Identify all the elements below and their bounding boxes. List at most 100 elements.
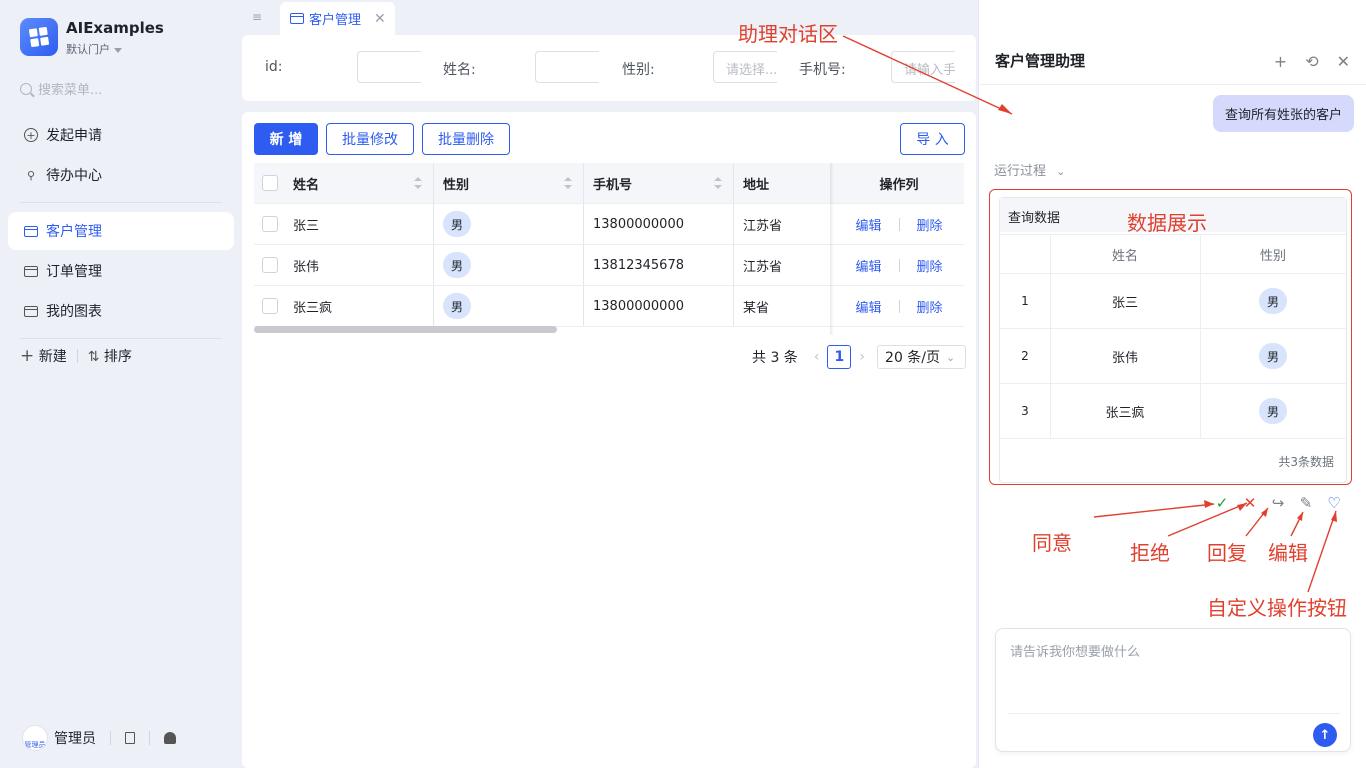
separator bbox=[110, 731, 111, 745]
delete-link[interactable]: 删除 bbox=[917, 256, 943, 275]
sidebar-footer: 管理员 管理员 bbox=[22, 722, 222, 754]
annotation-chat-area: 助理对话区 bbox=[738, 22, 838, 46]
cell-name: 张三 bbox=[293, 218, 320, 234]
tab-customers[interactable]: 客户管理 ✕ bbox=[280, 2, 395, 35]
annotation-edit: 编辑 bbox=[1268, 541, 1308, 565]
gender-tag: 男 bbox=[443, 252, 471, 278]
page-size-select[interactable]: 20 条/页 ⌄ bbox=[877, 345, 967, 369]
column-separator bbox=[733, 286, 734, 326]
total-count: 共 3 条 bbox=[752, 350, 798, 366]
column-separator bbox=[583, 163, 584, 203]
custom-heart-icon[interactable]: ♡ bbox=[1326, 494, 1342, 512]
sidebar-item-label: 客户管理 bbox=[46, 224, 102, 240]
name-input[interactable] bbox=[535, 51, 599, 83]
batch-edit-button[interactable]: 批量修改 bbox=[326, 123, 414, 155]
cell-phone: 13812345678 bbox=[593, 257, 684, 273]
row-checkbox[interactable] bbox=[262, 286, 278, 326]
close-icon[interactable]: ✕ bbox=[1337, 52, 1350, 71]
chat-input[interactable]: 请告诉我你想要做什么 bbox=[995, 628, 1351, 752]
plus-icon: + bbox=[20, 346, 35, 366]
phone-input[interactable]: 请输入手机号 bbox=[891, 51, 955, 83]
app-logo-icon[interactable] bbox=[20, 18, 58, 56]
sidebar-item-orders[interactable]: 订单管理 bbox=[8, 252, 234, 290]
annotation-agree: 同意 bbox=[1032, 531, 1072, 555]
process-label: 运行过程 bbox=[994, 164, 1047, 179]
user-message-bubble: 查询所有姓张的客户 bbox=[1212, 95, 1354, 132]
history-icon[interactable]: ⟲ bbox=[1305, 52, 1318, 71]
horizontal-scrollbar[interactable] bbox=[254, 326, 557, 333]
separator bbox=[76, 349, 78, 363]
filter-label-name: 姓名: bbox=[443, 62, 476, 78]
collapse-sidebar-icon[interactable]: ≡ bbox=[252, 10, 266, 24]
annotation-reply: 回复 bbox=[1207, 541, 1247, 565]
cell-gender: 男 bbox=[443, 286, 471, 326]
sidebar-item-apply[interactable]: + 发起申请 bbox=[8, 116, 234, 154]
gender-tag: 男 bbox=[443, 211, 471, 237]
select-all-checkbox[interactable] bbox=[262, 163, 278, 203]
row-checkbox[interactable] bbox=[262, 204, 278, 244]
sidebar-item-customers[interactable]: 客户管理 bbox=[8, 212, 234, 250]
column-header-phone[interactable]: 手机号 bbox=[593, 163, 632, 203]
send-button[interactable]: ↑ bbox=[1313, 723, 1337, 747]
stamp-icon: ⚲ bbox=[26, 168, 36, 182]
import-button[interactable]: 导 入 bbox=[900, 123, 965, 155]
sort-icon[interactable] bbox=[564, 177, 572, 189]
id-input[interactable] bbox=[357, 51, 421, 83]
edit-link[interactable]: 编辑 bbox=[855, 297, 881, 316]
annotation-custom-button: 自定义操作按钮 bbox=[1207, 596, 1347, 620]
table-header: 姓名 性别 手机号 地址 操作列 bbox=[254, 163, 964, 204]
divider bbox=[1008, 713, 1340, 714]
separator bbox=[898, 258, 900, 272]
column-separator bbox=[733, 204, 734, 244]
column-separator bbox=[433, 204, 434, 244]
cell-address: 某省 bbox=[743, 300, 770, 316]
column-header-address: 地址 bbox=[743, 177, 770, 193]
reject-x-icon[interactable]: ✕ bbox=[1242, 494, 1258, 512]
bell-icon[interactable] bbox=[164, 732, 176, 744]
avatar-text: 管理员 bbox=[24, 741, 46, 749]
new-chat-icon[interactable]: + bbox=[1274, 52, 1287, 71]
edit-pencil-icon[interactable]: ✎ bbox=[1298, 494, 1314, 512]
close-icon[interactable]: ✕ bbox=[374, 11, 386, 27]
page-number[interactable]: 1 bbox=[827, 345, 852, 369]
gender-select[interactable]: 请选择... bbox=[713, 51, 777, 83]
sort-icon[interactable] bbox=[414, 177, 422, 189]
page-size-value: 20 条/页 bbox=[885, 350, 941, 366]
column-separator bbox=[733, 163, 734, 203]
sidebar-item-todo[interactable]: ⚲ 待办中心 bbox=[8, 156, 234, 194]
portal-label: 默认门户 bbox=[66, 43, 110, 56]
column-separator bbox=[433, 163, 434, 203]
filter-label-id: id: bbox=[265, 59, 283, 75]
prev-page-icon[interactable]: ‹ bbox=[814, 349, 820, 365]
column-header-gender[interactable]: 性别 bbox=[443, 163, 469, 203]
assistant-title: 客户管理助理 bbox=[995, 52, 1086, 70]
approve-check-icon[interactable]: ✓ bbox=[1214, 494, 1230, 512]
divider bbox=[979, 84, 1366, 85]
menu-search[interactable]: 搜索菜单... bbox=[20, 79, 102, 98]
delete-link[interactable]: 删除 bbox=[917, 297, 943, 316]
reply-share-icon[interactable]: ↪ bbox=[1270, 494, 1286, 512]
avatar[interactable]: 管理员 bbox=[22, 725, 48, 751]
book-icon[interactable] bbox=[125, 732, 135, 744]
column-header-name[interactable]: 姓名 bbox=[293, 163, 319, 203]
portal-switcher[interactable]: 默认门户 bbox=[66, 41, 122, 57]
window-icon bbox=[24, 224, 38, 238]
sidebar-item-label: 订单管理 bbox=[46, 264, 102, 280]
user-name[interactable]: 管理员 bbox=[54, 728, 96, 748]
table-row: 张伟 男 13812345678 江苏省 编辑 删除 bbox=[254, 245, 964, 286]
row-checkbox[interactable] bbox=[262, 245, 278, 285]
cell-address: 江苏省 bbox=[743, 259, 783, 275]
new-menu-button[interactable]: + 新建 bbox=[20, 346, 67, 366]
add-button[interactable]: 新 增 bbox=[254, 123, 318, 155]
edit-link[interactable]: 编辑 bbox=[855, 256, 881, 275]
sidebar-item-charts[interactable]: 我的图表 bbox=[8, 292, 234, 330]
sort-menu-button[interactable]: ⇅ 排序 bbox=[88, 346, 132, 366]
next-page-icon[interactable]: › bbox=[859, 349, 865, 365]
sidebar-item-label: 发起申请 bbox=[46, 128, 102, 144]
delete-link[interactable]: 删除 bbox=[917, 215, 943, 234]
edit-link[interactable]: 编辑 bbox=[855, 215, 881, 234]
process-toggle[interactable]: 运行过程 ⌄ bbox=[994, 160, 1065, 179]
sort-icon[interactable] bbox=[714, 177, 722, 189]
batch-delete-button[interactable]: 批量删除 bbox=[422, 123, 510, 155]
table-row: 张三疯 男 13800000000 某省 编辑 删除 bbox=[254, 286, 964, 327]
